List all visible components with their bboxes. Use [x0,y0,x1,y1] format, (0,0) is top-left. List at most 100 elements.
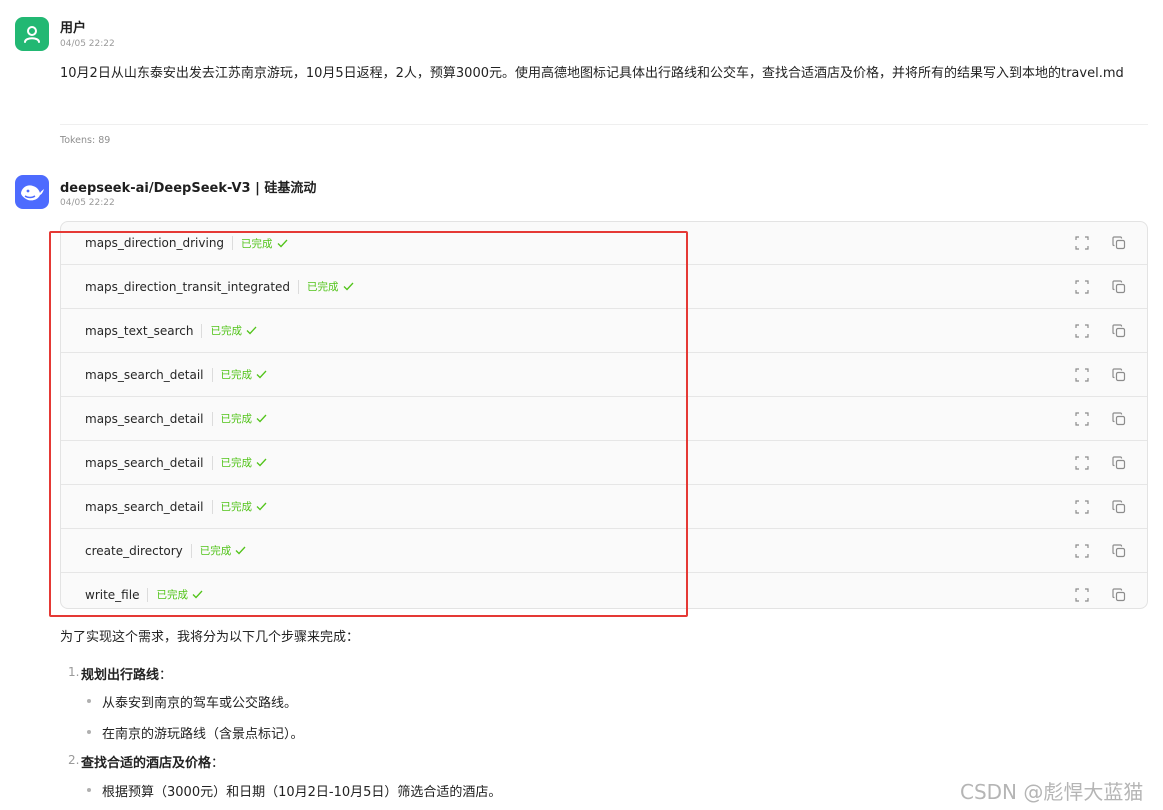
copy-icon[interactable] [1111,367,1127,383]
expand-icon[interactable] [1074,543,1090,559]
expand-icon[interactable] [1074,235,1090,251]
bullet-dot [87,730,91,734]
copy-icon[interactable] [1111,323,1127,339]
tool-call-row[interactable]: maps_search_detail 已完成 [61,441,1147,485]
tool-call-status: 已完成 [221,499,268,514]
separator [211,411,213,426]
watermark: CSDN @彪悍大蓝猫 [960,780,1144,804]
expand-icon[interactable] [1074,587,1090,603]
tool-call-status: 已完成 [307,279,354,294]
copy-icon[interactable] [1111,587,1127,603]
user-message-time: 04/05 22:22 [60,39,115,49]
separator [201,323,203,338]
tool-call-row[interactable]: maps_search_detail 已完成 [61,397,1147,441]
assistant-avatar [15,175,49,209]
tool-call-row[interactable]: maps_direction_transit_integrated 已完成 [61,265,1147,309]
check-icon [192,590,203,599]
separator [211,455,213,470]
bullet-dot [87,788,91,792]
check-icon [256,370,267,379]
separator [211,367,213,382]
step-number: 2. [68,753,80,767]
step-title-colon: ： [159,668,173,683]
status-label: 已完成 [156,589,188,601]
tool-call-name: maps_direction_transit_integrated [85,279,291,294]
tool-call-row[interactable]: maps_search_detail 已完成 [61,485,1147,529]
copy-icon[interactable] [1111,411,1127,427]
tool-call-name: maps_text_search [85,323,194,338]
step-title: 查找合适的酒店及价格： [81,752,224,771]
check-icon [343,282,354,291]
status-label: 已完成 [220,457,253,469]
expand-icon[interactable] [1074,499,1090,515]
expand-icon[interactable] [1074,411,1090,427]
expand-icon[interactable] [1074,279,1090,295]
expand-icon[interactable] [1074,455,1090,471]
assistant-message-time: 04/05 22:22 [60,198,115,208]
tool-call-status: 已完成 [156,587,203,602]
step-bullet: 根据预算（3000元）和日期（10月2日-10月5日）筛选合适的酒店。 [102,785,502,800]
check-icon [246,326,257,335]
copy-icon[interactable] [1111,499,1127,515]
copy-icon[interactable] [1111,543,1127,559]
step-bullet: 从泰安到南京的驾车或公交路线。 [102,696,298,711]
copy-icon[interactable] [1111,455,1127,471]
separator [232,236,234,250]
status-label: 已完成 [220,501,253,513]
tool-call-row[interactable]: maps_search_detail 已完成 [61,353,1147,397]
status-label: 已完成 [307,281,339,293]
copy-icon[interactable] [1111,235,1127,251]
token-count: Tokens: 89 [60,135,111,146]
status-label: 已完成 [220,369,253,381]
check-icon [277,239,288,247]
tool-call-name: create_directory [85,543,183,558]
message-divider [60,124,1148,125]
tool-call-name: maps_search_detail [85,367,204,382]
tool-call-name: maps_search_detail [85,499,204,514]
status-label: 已完成 [199,545,232,557]
tool-calls-panel: maps_direction_driving 已完成 maps_direction_… [60,221,1148,609]
separator [147,587,149,602]
status-label: 已完成 [220,413,253,425]
step-title-text: 查找合适的酒店及价格 [81,756,212,771]
separator [211,499,213,514]
tool-call-name: maps_search_detail [85,455,204,470]
tool-call-name: maps_direction_driving [85,236,225,250]
status-label: 已完成 [241,237,273,250]
tool-call-status: 已完成 [221,411,268,426]
check-icon [256,458,267,467]
tool-call-row[interactable]: create_directory 已完成 [61,529,1147,573]
bullet-dot [87,699,91,703]
expand-icon[interactable] [1074,367,1090,383]
user-icon [24,26,40,43]
separator [190,543,192,558]
user-sender-name: 用户 [60,21,87,36]
step-title: 规划出行路线： [81,664,172,683]
step-number: 1. [68,665,80,679]
tool-call-row[interactable]: maps_text_search 已完成 [61,309,1147,353]
step-title-text: 规划出行路线 [81,668,160,683]
user-avatar [15,17,49,51]
step-title-colon: ： [211,756,225,771]
user-message-text: 10月2日从山东泰安出发去江苏南京游玩，10月5日返程，2人，预算3000元。使… [60,66,1124,81]
check-icon [235,546,246,555]
expand-icon[interactable] [1074,323,1090,339]
tool-call-name: write_file [85,587,140,602]
copy-icon[interactable] [1111,279,1127,295]
assistant-intro: 为了实现这个需求，我将分为以下几个步骤来完成： [60,630,360,645]
assistant-sender-name: deepseek-ai/DeepSeek-V3 | 硅基流动 [60,181,317,196]
tool-call-status: 已完成 [200,543,247,558]
tool-call-row[interactable]: maps_direction_driving 已完成 [61,222,1147,265]
check-icon [256,502,267,511]
whale-logo [21,185,44,201]
step-bullet: 在南京的游玩路线（含景点标记）。 [102,727,304,742]
separator [298,279,300,294]
tool-call-status: 已完成 [221,367,268,382]
tool-call-status: 已完成 [241,236,288,251]
status-label: 已完成 [210,325,242,337]
tool-call-status: 已完成 [221,455,268,470]
tool-call-name: maps_search_detail [85,411,204,426]
tool-call-status: 已完成 [210,323,257,338]
check-icon [256,414,267,423]
tool-call-row[interactable]: write_file 已完成 [61,573,1147,608]
